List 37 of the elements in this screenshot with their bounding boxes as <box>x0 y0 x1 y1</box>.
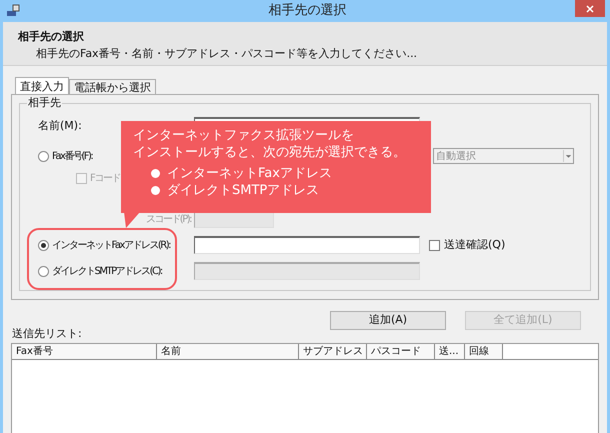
checkbox-label: Fコード <box>90 172 120 186</box>
bullet-icon <box>151 169 160 178</box>
field-label: スコード(P): <box>146 212 191 226</box>
checkbox-label: 送達確認(Q) <box>444 236 506 253</box>
callout-text: インストールすると、次の宛先が選択できる。 <box>133 144 407 161</box>
caret-icon <box>563 150 573 162</box>
column-header[interactable]: サブアドレス <box>299 344 367 358</box>
radio-label: インターネットFaxアドレス(R): <box>52 238 170 252</box>
column-header[interactable]: 回線 <box>465 344 503 358</box>
header-title: 相手先の選択 <box>18 29 85 45</box>
column-header[interactable]: 送... <box>435 344 465 358</box>
list-label: 送信先リスト: <box>11 326 83 342</box>
callout-bullet-text: ダイレクトSMTPアドレス <box>167 182 320 200</box>
close-icon <box>586 4 594 12</box>
radio-button[interactable] <box>38 266 49 276</box>
fax-icon <box>6 4 20 18</box>
radio-button[interactable] <box>38 240 49 250</box>
radio-label: Fax番号(F): <box>52 150 92 164</box>
field-label: 名前(M): <box>38 118 82 134</box>
close-button[interactable] <box>575 0 605 17</box>
checkbox[interactable] <box>76 172 87 184</box>
tab[interactable]: 直接入力 <box>15 77 69 94</box>
radio-button[interactable] <box>38 150 49 162</box>
checkbox[interactable] <box>429 240 440 250</box>
callout-text: インターネットファクス拡張ツールを <box>133 127 355 144</box>
radio-label: ダイレクトSMTPアドレス(C): <box>52 264 162 278</box>
callout-bullet-text: インターネットFaxアドレス <box>167 164 332 183</box>
column-header[interactable]: Fax番号 <box>12 344 157 358</box>
column-header[interactable]: 名前 <box>157 344 299 358</box>
add-button[interactable]: 追加(A) <box>330 311 446 330</box>
window-title: 相手先の選択 <box>268 2 346 20</box>
header-description: 相手先のFax番号・名前・サブアドレス・パスコード等を入力してください... <box>35 46 418 62</box>
tab[interactable]: 電話帳から選択 <box>69 79 156 94</box>
input-field[interactable] <box>194 236 420 254</box>
column-header[interactable]: パスコード <box>367 344 435 358</box>
bullet-icon <box>151 186 160 195</box>
group-label: 相手先 <box>27 96 62 110</box>
